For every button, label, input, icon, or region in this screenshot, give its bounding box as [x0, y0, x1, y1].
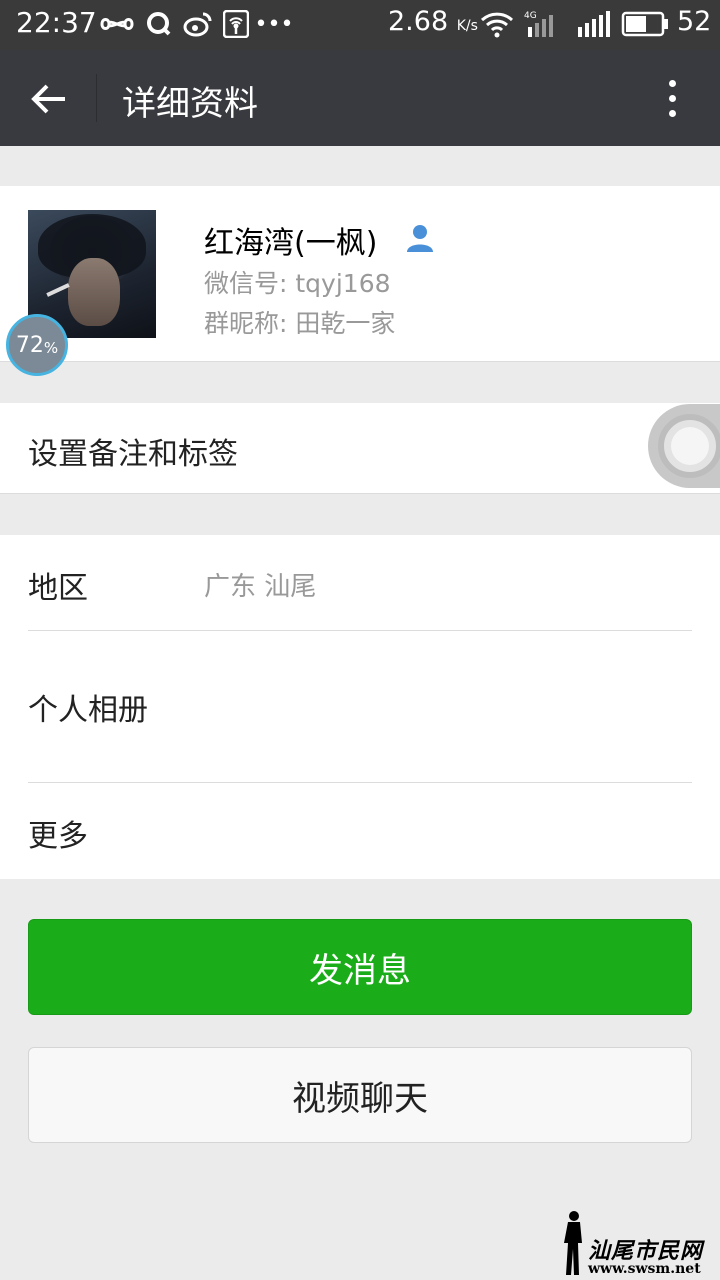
- network-type-label: 4G: [524, 11, 537, 21]
- status-time: 22:37: [16, 6, 97, 39]
- region-value: 广东 汕尾: [204, 572, 317, 602]
- region-row[interactable]: 地区 广东 汕尾: [28, 535, 692, 631]
- status-bar: 22:37 ••• 2.68 K/s 4G 52: [0, 0, 720, 50]
- more-vertical-icon: [668, 79, 676, 87]
- title-divider: [96, 74, 97, 122]
- title-bar: 详细资料: [0, 50, 720, 146]
- contact-name: 红海湾(一枫): [204, 226, 378, 261]
- remark-tag-row[interactable]: 设置备注和标签: [0, 403, 720, 494]
- weibo-icon: [183, 8, 213, 40]
- album-label: 个人相册: [28, 693, 148, 728]
- contact-person-icon: [407, 225, 433, 252]
- profile-card: 红海湾(一枫) 微信号: tqyj168 群昵称: 田乾一家: [0, 186, 720, 362]
- send-message-button[interactable]: 发消息: [28, 919, 692, 1015]
- network-speed-unit: K/s: [456, 18, 478, 34]
- site-watermark: 汕尾市民网 www.swsm.net: [554, 1205, 720, 1280]
- more-notifications-icon: •••: [254, 11, 294, 37]
- album-row[interactable]: 个人相册: [28, 631, 692, 783]
- signal-4g-icon: 4G: [524, 8, 564, 40]
- infinity-icon: [100, 8, 134, 40]
- network-speed: 2.68 K/s: [388, 6, 478, 37]
- assist-ball-icon: [658, 414, 720, 478]
- hotspot-icon: [222, 8, 250, 40]
- memory-progress-badge[interactable]: 72%: [6, 314, 68, 376]
- q-app-icon: [145, 8, 173, 40]
- more-label: 更多: [28, 819, 88, 854]
- badge-unit: %: [43, 339, 59, 357]
- wechat-id: 微信号: tqyj168: [204, 269, 391, 298]
- signal-icon: [574, 8, 614, 40]
- wifi-icon: [480, 8, 514, 40]
- walking-man-icon: [564, 1211, 582, 1275]
- battery-icon: [620, 8, 670, 40]
- battery-level: 52: [677, 6, 712, 37]
- badge-value: 72: [15, 332, 44, 358]
- remark-tag-label: 设置备注和标签: [28, 437, 238, 472]
- more-row[interactable]: 更多: [28, 783, 692, 879]
- back-button[interactable]: [24, 74, 74, 124]
- watermark-url: www.swsm.net: [588, 1261, 701, 1277]
- group-nickname: 群昵称: 田乾一家: [204, 309, 396, 338]
- more-menu-button[interactable]: [650, 72, 694, 124]
- arrow-left-icon: [31, 84, 65, 114]
- region-label: 地区: [28, 571, 88, 606]
- page-title: 详细资料: [122, 84, 258, 124]
- info-list: 地区 广东 汕尾 个人相册 更多: [0, 535, 720, 879]
- video-chat-button[interactable]: 视频聊天: [28, 1047, 692, 1143]
